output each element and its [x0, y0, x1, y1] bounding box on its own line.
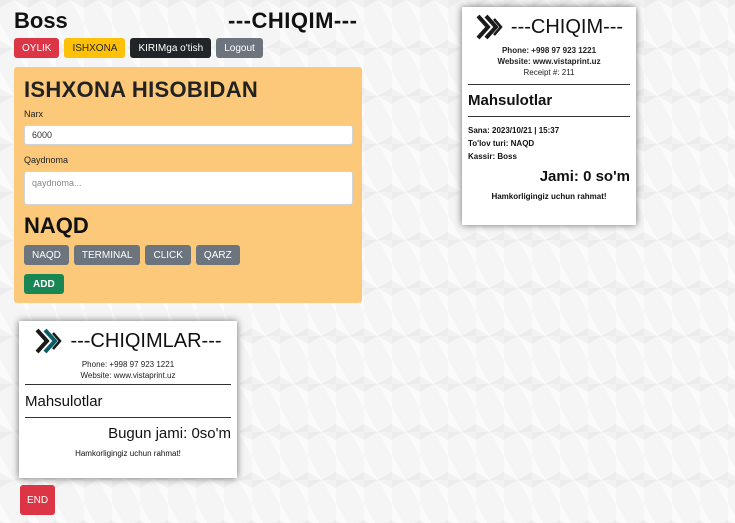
- daily-receipt-phone: Phone: +998 97 923 1221: [81, 360, 175, 369]
- receipt-total: Jami: 0 so'm: [539, 168, 630, 185]
- payment-options: NAQD TERMINAL CLICK QARZ: [24, 245, 352, 265]
- payment-terminal-button[interactable]: TERMINAL: [73, 245, 141, 265]
- oylik-button[interactable]: OYLIK: [14, 38, 60, 58]
- payment-type-title: NAQD: [24, 213, 89, 238]
- note-label: Qaydnoma: [24, 155, 69, 165]
- form-title: ISHXONA HISOBIDAN: [24, 77, 259, 102]
- ishxona-button[interactable]: ISHXONA: [64, 38, 126, 58]
- payment-click-button[interactable]: CLICK: [145, 245, 191, 265]
- daily-receipt-total: Bugun jami: 0so'm: [108, 425, 231, 442]
- receipt-cashier: Kassir: Boss: [468, 152, 517, 161]
- daily-receipt-title: ---CHIQIMLAR---: [70, 329, 222, 352]
- daily-receipt-divider: [25, 384, 231, 385]
- receipt-section-title: Mahsulotlar: [468, 92, 553, 109]
- end-button[interactable]: END: [20, 485, 55, 515]
- daily-receipt-section-title: Mahsulotlar: [25, 393, 103, 410]
- user-name: Boss: [14, 8, 68, 33]
- double-chevron-logo-icon: [34, 328, 64, 354]
- receipt-number: Receipt #: 211: [523, 68, 575, 77]
- price-label: Narx: [24, 109, 44, 119]
- expense-form-card: ISHXONA HISOBIDAN Narx Qaydnoma NAQD NAQ…: [14, 67, 362, 303]
- double-chevron-logo-icon: [475, 14, 505, 40]
- payment-qarz-button[interactable]: QARZ: [195, 245, 240, 265]
- daily-receipt-header: ---CHIQIMLAR---: [25, 328, 231, 354]
- receipt-header: ---CHIQIM---: [468, 14, 630, 40]
- kirim-button[interactable]: KIRIMga o'tish: [130, 38, 212, 58]
- daily-receipt-thanks: Hamkorligingiz uchun rahmat!: [75, 449, 181, 458]
- price-input[interactable]: [24, 125, 353, 145]
- logout-button[interactable]: Logout: [216, 38, 263, 58]
- add-button[interactable]: ADD: [24, 274, 64, 294]
- daily-receipt: ---CHIQIMLAR--- Phone: +998 97 923 1221 …: [19, 321, 237, 478]
- receipt-phone: Phone: +998 97 923 1221: [501, 46, 597, 55]
- receipt-payment-type: To'lov turi: NAQD: [468, 139, 535, 148]
- receipt-divider: [468, 116, 630, 117]
- receipt-preview: ---CHIQIM--- Phone: +998 97 923 1221 Web…: [462, 7, 636, 225]
- payment-naqd-button[interactable]: NAQD: [24, 245, 69, 265]
- nav-bar: OYLIK ISHXONA KIRIMga o'tish Logout: [14, 38, 263, 58]
- receipt-date: Sana: 2023/10/21 | 15:37: [468, 126, 560, 135]
- daily-receipt-divider: [25, 417, 231, 418]
- daily-receipt-website: Website: www.vistaprint.uz: [80, 371, 176, 380]
- note-textarea[interactable]: [24, 171, 353, 205]
- receipt-title: ---CHIQIM---: [510, 15, 624, 38]
- page-heading: ---CHIQIM---: [228, 8, 358, 33]
- receipt-thanks: Hamkorligingiz uchun rahmat!: [491, 192, 607, 201]
- receipt-divider: [468, 84, 630, 85]
- receipt-website: Website: www.vistaprint.uz: [497, 57, 601, 66]
